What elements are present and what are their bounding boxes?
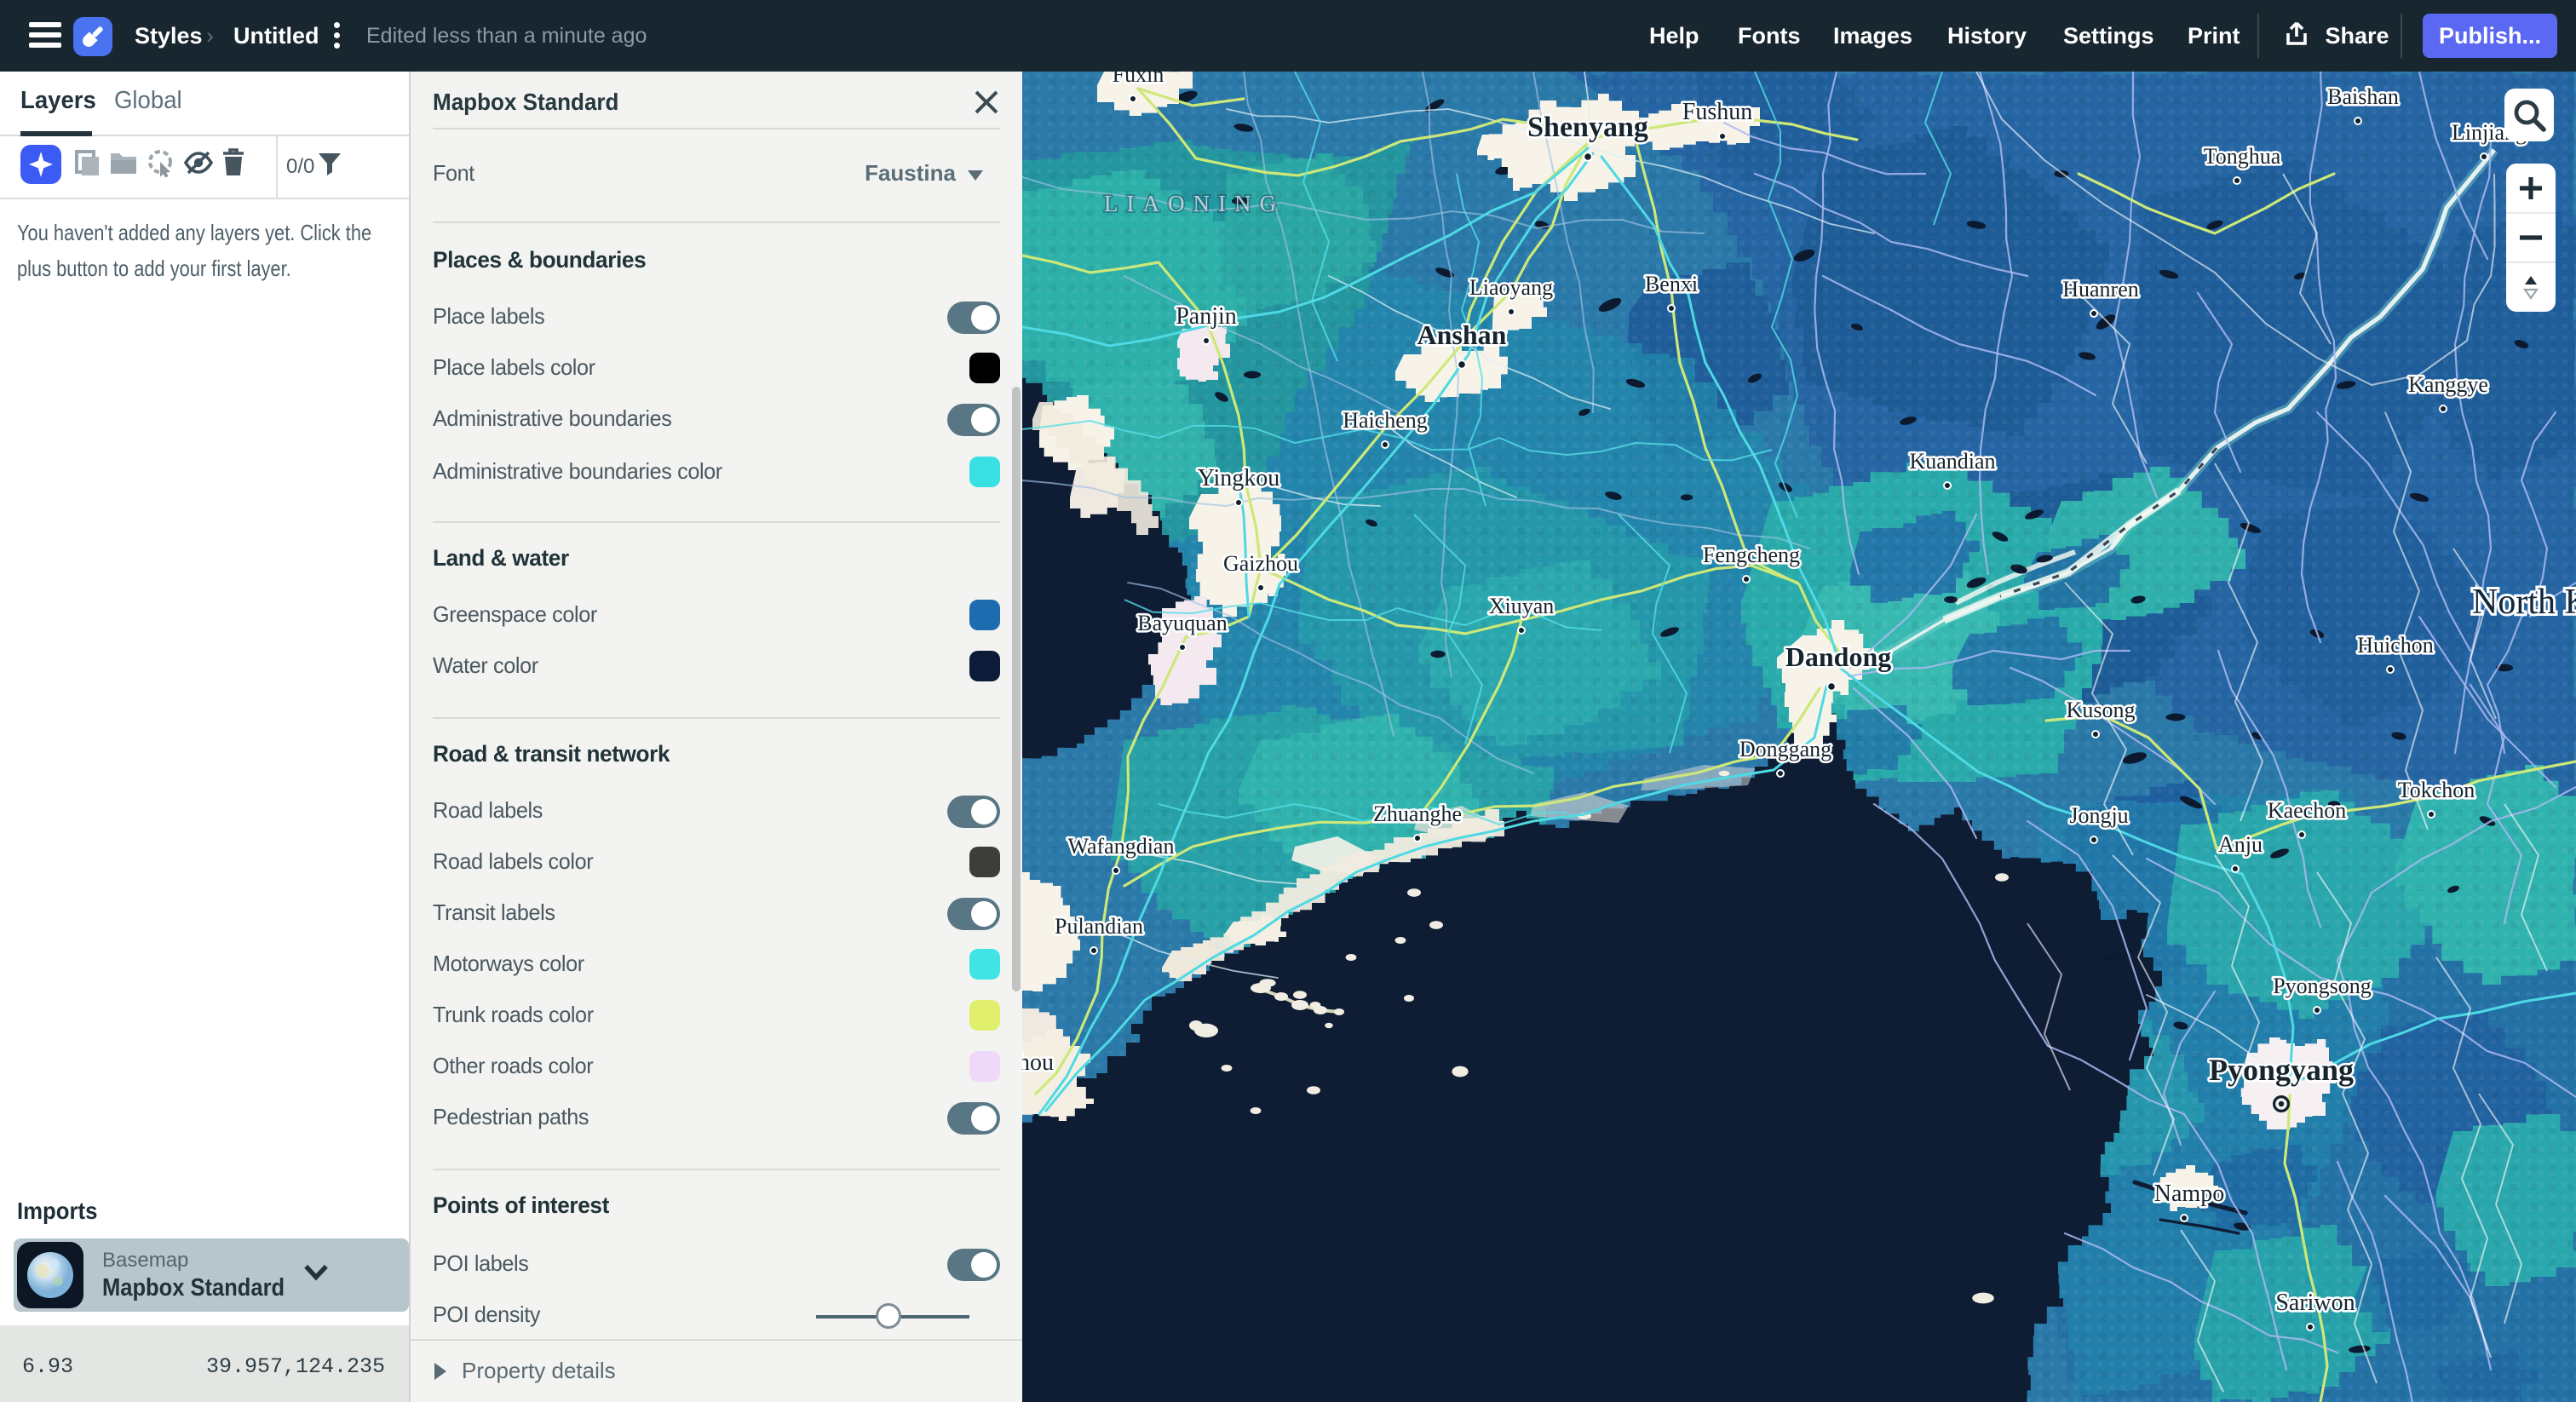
svg-text:Dandong: Dandong	[1785, 641, 1892, 672]
svg-text:Gaizhou: Gaizhou	[1223, 551, 1298, 576]
svg-text:Kanggye: Kanggye	[2408, 372, 2488, 397]
svg-text:Wafangdian: Wafangdian	[1068, 834, 1175, 859]
svg-text:Fushun: Fushun	[1682, 99, 1752, 125]
svg-text:Fuxin: Fuxin	[1113, 72, 1164, 87]
svg-text:Zhuanghe: Zhuanghe	[1373, 802, 1462, 826]
svg-text:LIAONING: LIAONING	[1104, 191, 1285, 216]
svg-text:Xiuyan: Xiuyan	[1489, 594, 1555, 618]
svg-text:Sariwon: Sariwon	[2275, 1290, 2355, 1316]
svg-text:Pyongsong: Pyongsong	[2273, 974, 2372, 998]
svg-text:Pulandian: Pulandian	[1055, 914, 1143, 939]
svg-text:Fengcheng: Fengcheng	[1703, 543, 1800, 567]
svg-text:Yingkou: Yingkou	[1198, 465, 1279, 491]
svg-text:Anshan: Anshan	[1417, 319, 1507, 350]
svg-text:Bayuquan: Bayuquan	[1137, 611, 1227, 635]
svg-text:Kusong: Kusong	[2067, 698, 2136, 722]
svg-text:Panjin: Panjin	[1176, 303, 1237, 330]
svg-text:Tonghua: Tonghua	[2204, 144, 2281, 169]
svg-text:Pyongyang: Pyongyang	[2209, 1053, 2354, 1087]
svg-text:Tokchon: Tokchon	[2398, 778, 2475, 802]
svg-text:Anju: Anju	[2218, 832, 2263, 857]
svg-text:Huichon: Huichon	[2357, 633, 2434, 658]
svg-text:Baishan: Baishan	[2327, 84, 2399, 109]
svg-text:Donggang: Donggang	[1739, 737, 1831, 761]
svg-text:Kuandian: Kuandian	[1909, 449, 1995, 474]
svg-text:Jongju: Jongju	[2069, 803, 2128, 828]
svg-text:North Ko: North Ko	[2472, 583, 2576, 622]
svg-text:Liaoyang: Liaoyang	[1469, 275, 1553, 300]
svg-text:hou: hou	[1022, 1049, 1054, 1076]
svg-text:Huanren: Huanren	[2062, 277, 2139, 302]
svg-text:Kaechon: Kaechon	[2268, 798, 2346, 823]
svg-text:Nampo: Nampo	[2154, 1181, 2224, 1207]
svg-text:Haicheng: Haicheng	[1343, 408, 1428, 433]
svg-text:Shenyang: Shenyang	[1527, 112, 1648, 143]
svg-text:Benxi: Benxi	[1645, 272, 1698, 296]
